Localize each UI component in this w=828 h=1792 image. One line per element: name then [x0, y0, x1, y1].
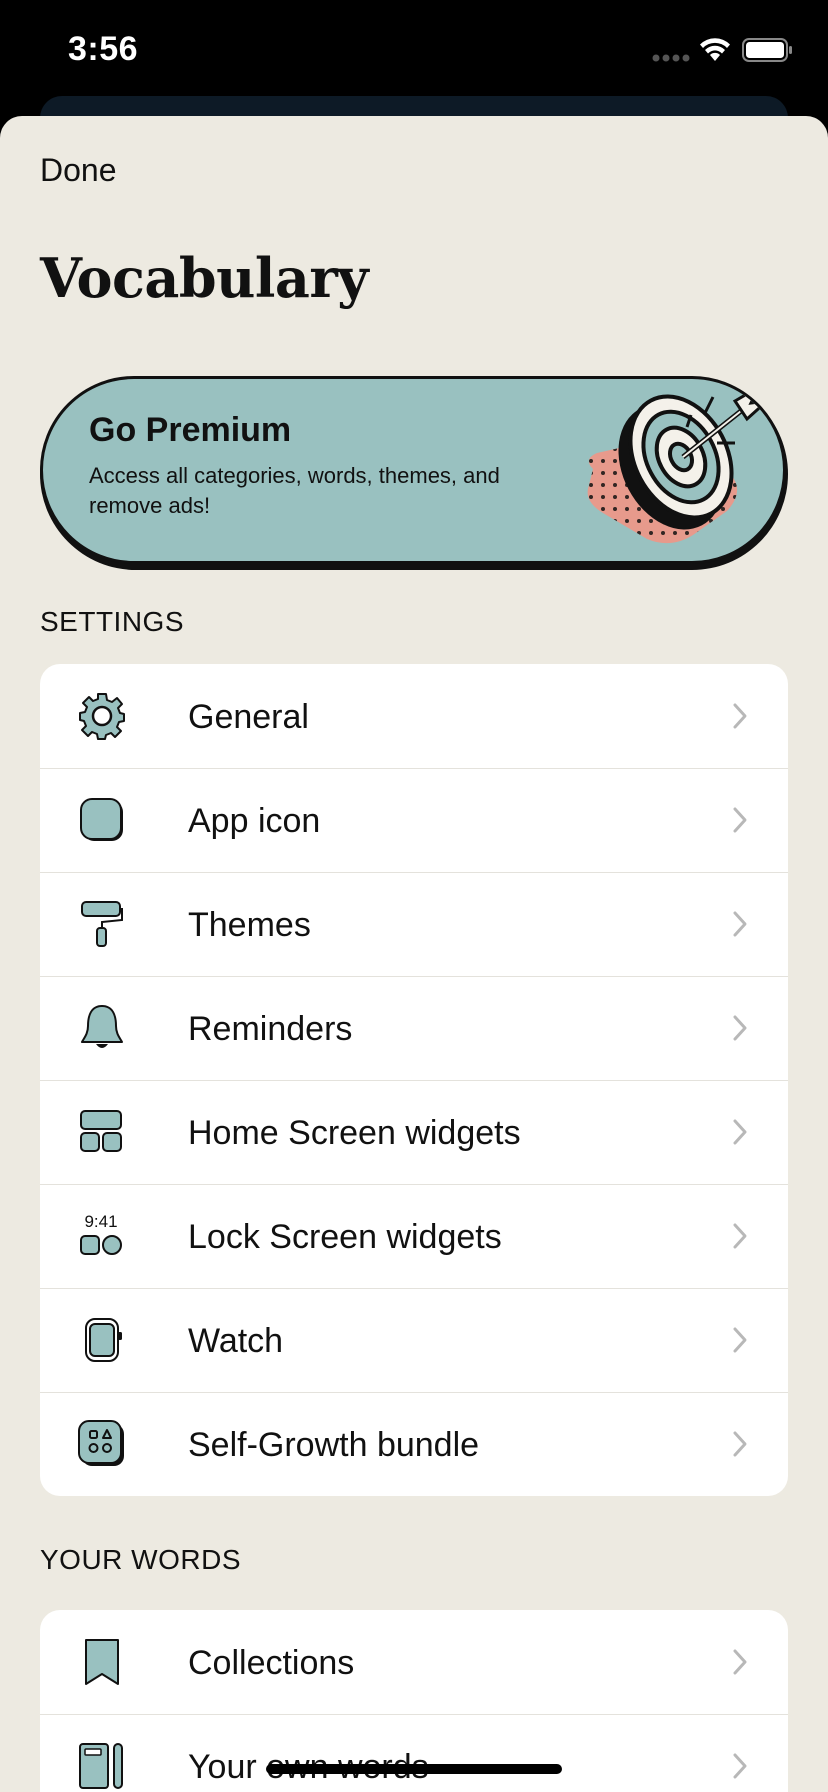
settings-item-label: Themes	[188, 906, 311, 944]
settings-item-label: Watch	[188, 1322, 284, 1360]
settings-item-reminders[interactable]: Reminders	[40, 976, 788, 1080]
battery-icon	[742, 38, 792, 62]
done-button[interactable]: Done	[40, 152, 117, 189]
settings-item-label: App icon	[188, 802, 321, 840]
chevron-right-icon	[733, 807, 747, 833]
settings-item-self-growth-bundle[interactable]: Self-Growth bundle	[40, 1392, 788, 1496]
chevron-right-icon	[733, 1753, 747, 1779]
chevron-right-icon	[733, 1431, 747, 1457]
page-title: Vocabulary	[40, 246, 369, 310]
chevron-right-icon	[733, 911, 747, 937]
paint-roller-icon	[81, 901, 123, 947]
notebook-pencil-icon	[79, 1743, 123, 1789]
settings-item-label: Reminders	[188, 1010, 353, 1048]
widgets-icon	[80, 1110, 122, 1152]
gear-icon	[79, 693, 125, 740]
lock-screen-widgets-icon: 9:41	[80, 1212, 122, 1255]
bookmark-icon	[85, 1639, 119, 1685]
your-words-section-header: YOUR WORDS	[40, 1544, 241, 1575]
your-words-item-label: Collections	[188, 1644, 355, 1682]
watch-icon	[85, 1318, 122, 1362]
settings-item-label: Home Screen widgets	[188, 1114, 521, 1152]
go-premium-banner[interactable]: Go Premium Access all categories, words,…	[40, 376, 786, 564]
settings-item-themes[interactable]: Themes	[40, 872, 788, 976]
app-icon-icon	[80, 798, 123, 841]
premium-subtitle: Access all categories, words, themes, an…	[89, 463, 500, 518]
your-words-item-your-own-words[interactable]: Your own words	[40, 1714, 788, 1792]
settings-item-label: Self-Growth bundle	[188, 1426, 480, 1464]
settings-item-label: General	[188, 698, 309, 736]
your-words-item-collections[interactable]: Collections	[40, 1610, 788, 1714]
lock-screen-time-text: 9:41	[84, 1212, 117, 1231]
settings-section-header: SETTINGS	[40, 606, 185, 637]
settings-item-watch[interactable]: Watch	[40, 1288, 788, 1392]
settings-sheet: Done Vocabulary Go Premium Access all ca…	[0, 116, 828, 1792]
bundle-icon	[78, 1420, 124, 1466]
status-bar: 3:56	[0, 0, 828, 100]
target-arrow-icon	[587, 383, 772, 544]
settings-item-label: Lock Screen widgets	[188, 1218, 502, 1256]
chevron-right-icon	[733, 1327, 747, 1353]
chevron-right-icon	[733, 1649, 747, 1675]
settings-list: General App icon Themes Reminders Home S…	[40, 664, 788, 1496]
settings-item-home-screen-widgets[interactable]: Home Screen widgets	[40, 1080, 788, 1184]
premium-title: Go Premium	[89, 411, 292, 449]
settings-item-lock-screen-widgets[interactable]: 9:41 Lock Screen widgets	[40, 1184, 788, 1288]
chevron-right-icon	[733, 1015, 747, 1041]
status-time: 3:56	[68, 30, 139, 68]
settings-item-general[interactable]: General	[40, 664, 788, 768]
chevron-right-icon	[733, 703, 747, 729]
settings-item-app-icon[interactable]: App icon	[40, 768, 788, 872]
bell-icon	[81, 1005, 123, 1048]
cellular-signal-icon	[652, 54, 690, 62]
chevron-right-icon	[733, 1223, 747, 1249]
wifi-icon	[700, 38, 730, 61]
home-indicator[interactable]	[266, 1764, 562, 1774]
chevron-right-icon	[733, 1119, 747, 1145]
